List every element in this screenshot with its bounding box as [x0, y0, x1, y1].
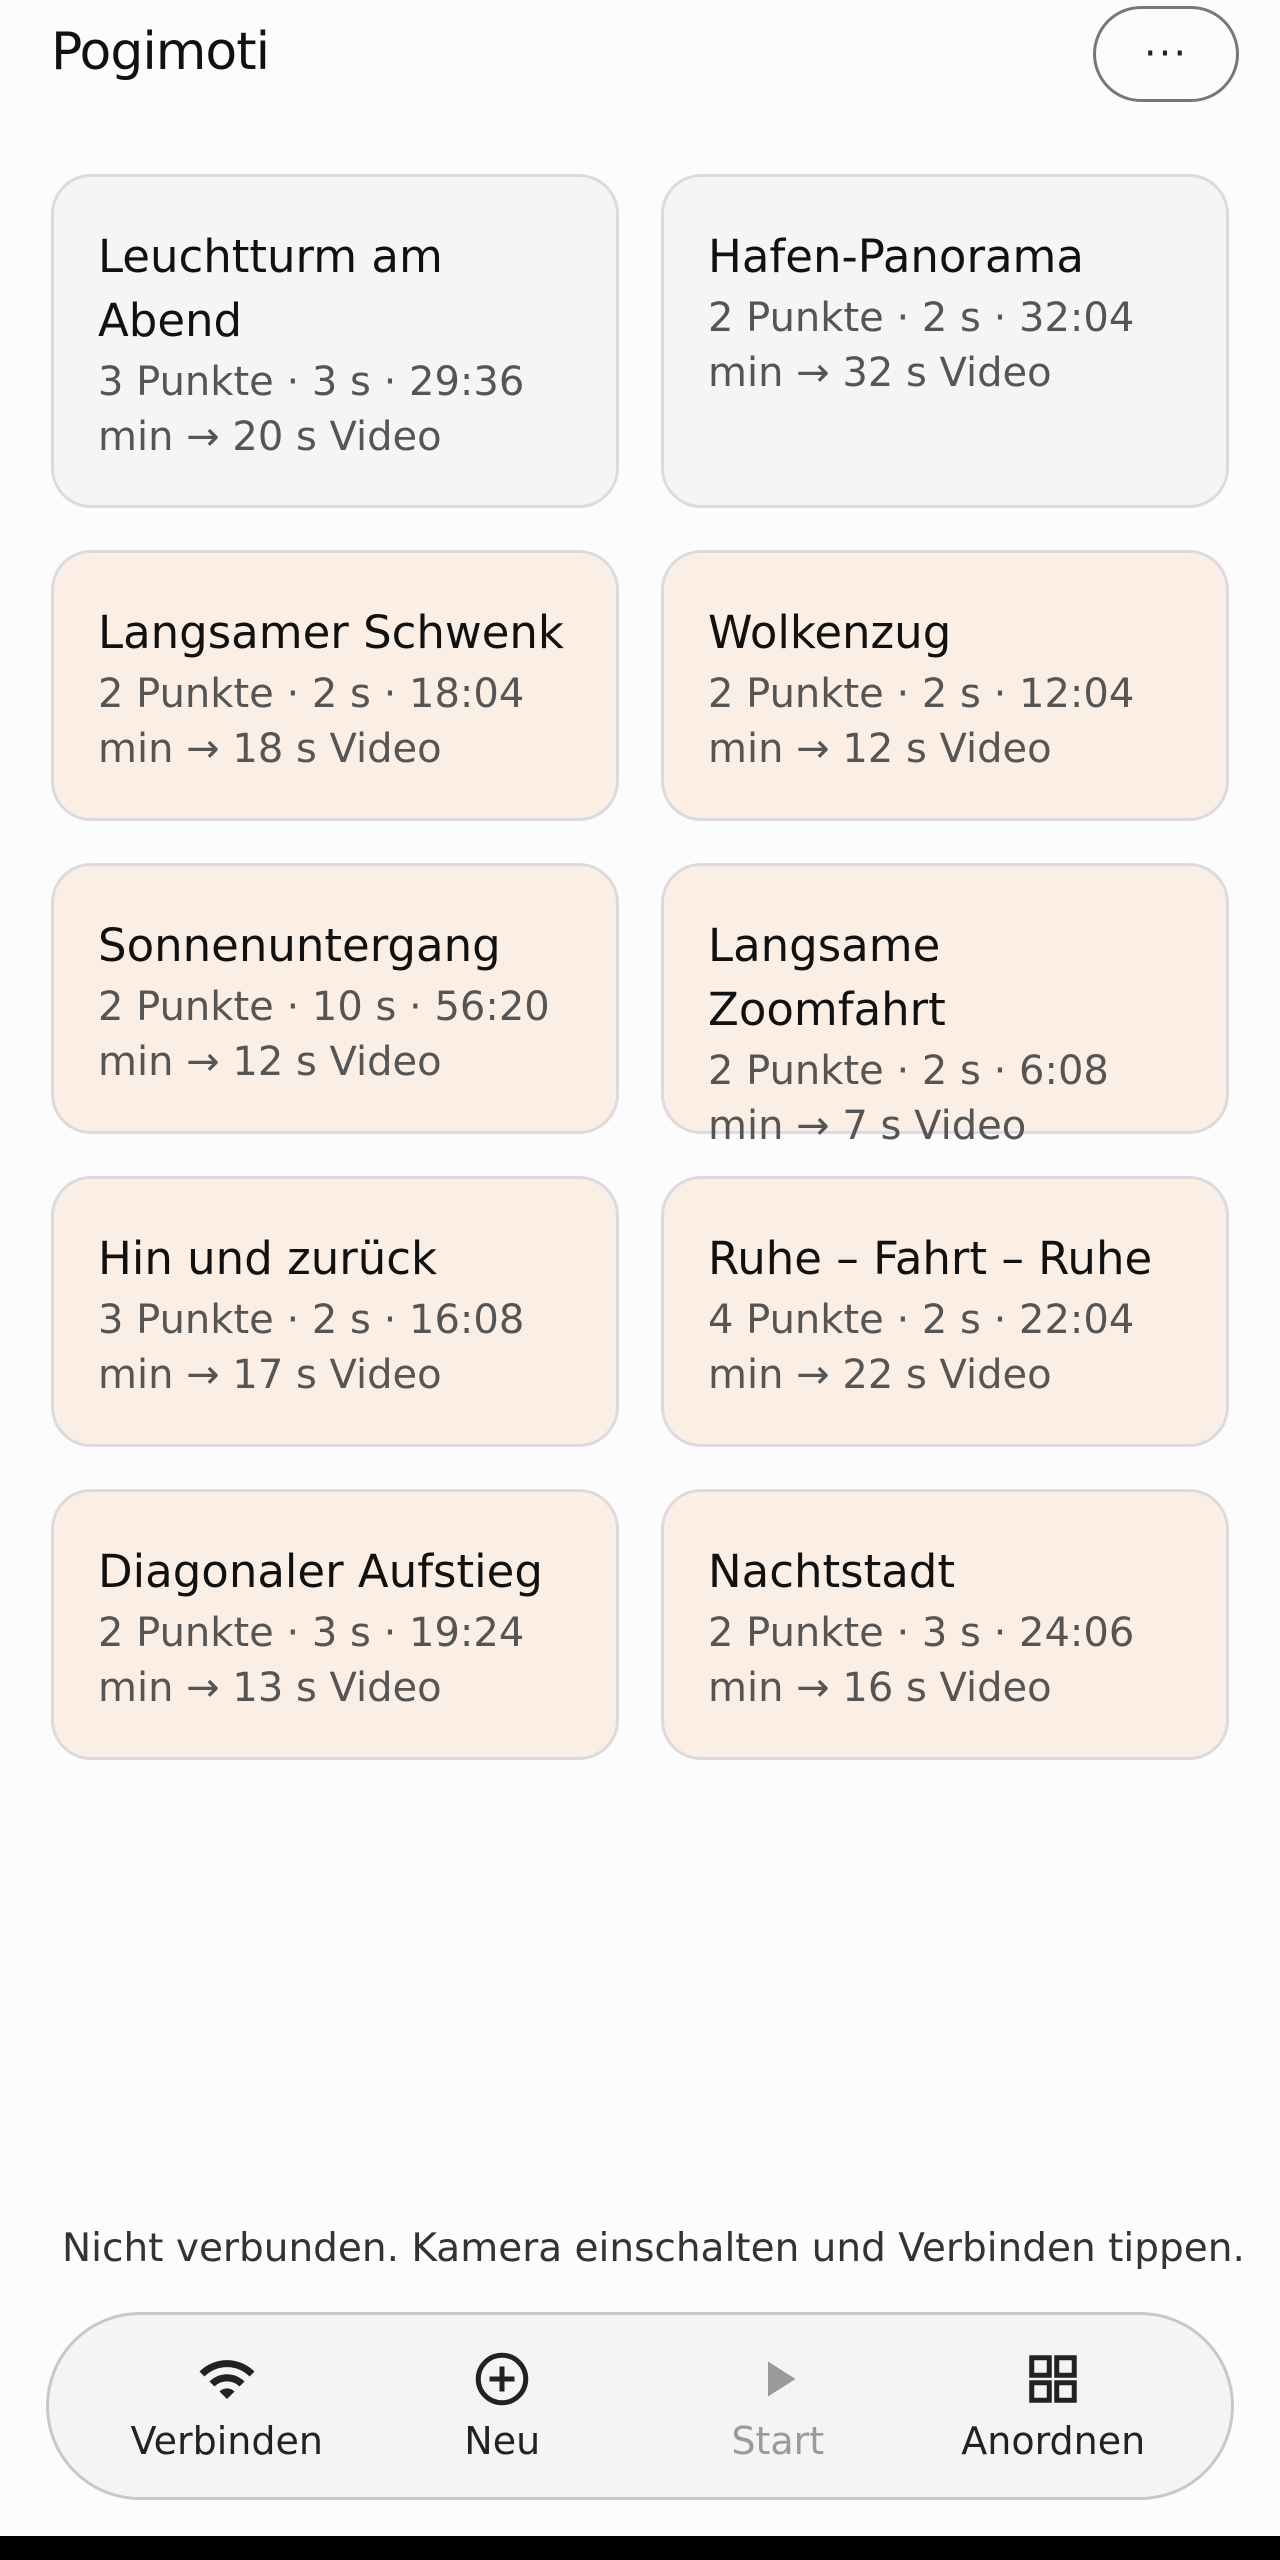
preset-meta: 2 Punkte · 2 s · 32:04 min → 32 s Video — [708, 295, 1135, 396]
preset-meta: 2 Punkte · 10 s · 56:20 min → 12 s Video — [98, 984, 550, 1085]
preset-card[interactable]: Langsamer Schwenk 2 Punkte · 2 s · 18:04… — [51, 550, 619, 821]
preset-meta: 2 Punkte · 3 s · 19:24 min → 13 s Video — [98, 1610, 525, 1711]
preset-title: Langsamer Schwenk — [98, 606, 564, 659]
preset-title: Sonnenuntergang — [98, 919, 501, 972]
preset-title: Ruhe – Fahrt – Ruhe — [708, 1232, 1153, 1285]
preset-meta: 2 Punkte · 2 s · 18:04 min → 18 s Video — [98, 671, 525, 772]
arrange-button[interactable]: Anordnen — [938, 2349, 1168, 2463]
new-button[interactable]: Neu — [387, 2349, 617, 2463]
arrange-label: Anordnen — [961, 2419, 1146, 2463]
more-options-button[interactable]: ··· — [1093, 6, 1239, 102]
start-label: Start — [731, 2419, 825, 2463]
preset-meta: 2 Punkte · 2 s · 12:04 min → 12 s Video — [708, 671, 1135, 772]
preset-grid: Leuchtturm am Abend 3 Punkte · 3 s · 29:… — [51, 174, 1229, 1760]
preset-card[interactable]: Hafen-Panorama 2 Punkte · 2 s · 32:04 mi… — [661, 174, 1229, 508]
preset-card[interactable]: Hin und zurück 3 Punkte · 2 s · 16:08 mi… — [51, 1176, 619, 1447]
add-circle-icon — [476, 2352, 529, 2406]
connect-label: Verbinden — [130, 2419, 323, 2463]
wifi-icon — [199, 2360, 255, 2399]
preset-meta: 4 Punkte · 2 s · 22:04 min → 22 s Video — [708, 1297, 1135, 1398]
preset-card[interactable]: Wolkenzug 2 Punkte · 2 s · 12:04 min → 1… — [661, 550, 1229, 821]
preset-title: Nachtstadt — [708, 1545, 956, 1598]
new-label: Neu — [464, 2419, 541, 2463]
preset-meta: 2 Punkte · 3 s · 24:06 min → 16 s Video — [708, 1610, 1135, 1711]
play-icon — [767, 2361, 796, 2397]
preset-title: Diagonaler Aufstieg — [98, 1545, 543, 1598]
preset-meta: 3 Punkte · 3 s · 29:36 min → 20 s Video — [98, 359, 525, 460]
connection-status: Nicht verbunden. Kamera einschalten und … — [62, 2226, 1245, 2271]
preset-title: Langsame Zoomfahrt — [708, 919, 946, 1036]
connect-button[interactable]: Verbinden — [112, 2349, 342, 2463]
preset-meta: 2 Punkte · 2 s · 6:08 min → 7 s Video — [708, 1048, 1109, 1149]
preset-meta: 3 Punkte · 2 s · 16:08 min → 17 s Video — [98, 1297, 525, 1398]
preset-card[interactable]: Nachtstadt 2 Punkte · 3 s · 24:06 min → … — [661, 1489, 1229, 1760]
bottom-navigation: Verbinden Neu Start Anordnen — [46, 2312, 1234, 2500]
preset-title: Leuchtturm am Abend — [98, 230, 443, 347]
preset-title: Wolkenzug — [708, 606, 952, 659]
preset-card[interactable]: Sonnenuntergang 2 Punkte · 10 s · 56:20 … — [51, 863, 619, 1134]
preset-card[interactable]: Leuchtturm am Abend 3 Punkte · 3 s · 29:… — [51, 174, 619, 508]
system-bottom-bar — [0, 2536, 1280, 2560]
preset-card[interactable]: Diagonaler Aufstieg 2 Punkte · 3 s · 19:… — [51, 1489, 619, 1760]
preset-card[interactable]: Ruhe – Fahrt – Ruhe 4 Punkte · 2 s · 22:… — [661, 1176, 1229, 1447]
app-title: Pogimoti — [51, 22, 270, 82]
grid-icon — [1029, 2355, 1077, 2403]
preset-title: Hin und zurück — [98, 1232, 438, 1285]
start-button[interactable]: Start — [663, 2349, 893, 2463]
preset-card[interactable]: Langsame Zoomfahrt 2 Punkte · 2 s · 6:08… — [661, 863, 1229, 1149]
preset-title: Hafen-Panorama — [708, 230, 1084, 283]
